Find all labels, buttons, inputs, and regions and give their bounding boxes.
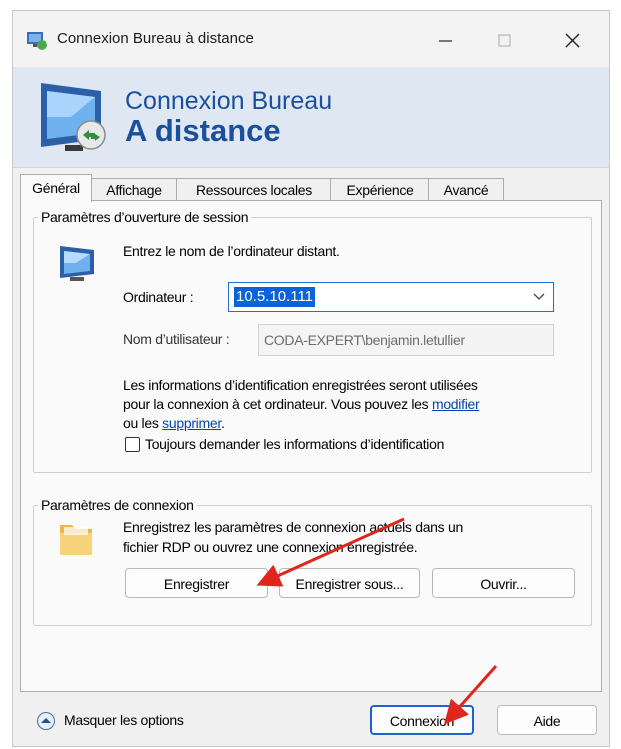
- connection-settings-legend: Paramètres de connexion: [41, 497, 194, 513]
- tab-avance[interactable]: Avancé: [428, 178, 504, 201]
- connect-button[interactable]: Connexion: [370, 705, 474, 735]
- always-ask-checkbox[interactable]: [125, 437, 140, 452]
- title-bar: Connexion Bureau à distance: [13, 11, 609, 67]
- tab-general[interactable]: Général: [20, 174, 92, 202]
- always-ask-label[interactable]: Toujours demander les informations d’ide…: [145, 436, 444, 452]
- connection-info-line1: Enregistrez les paramètres de connexion …: [123, 519, 463, 535]
- session-settings-legend: Paramètres d’ouverture de session: [41, 209, 249, 225]
- chevron-up-circle-icon[interactable]: [36, 711, 56, 731]
- folder-icon: [60, 525, 92, 555]
- header-banner: Connexion Bureau A distance: [13, 67, 609, 168]
- monitor-icon: [60, 246, 94, 281]
- username-field: CODA-EXPERT\benjamin.letullier: [258, 324, 554, 356]
- connection-info-line2: fichier RDP ou ouvrez une connexion enre…: [123, 539, 418, 555]
- tab-affichage[interactable]: Affichage: [90, 178, 178, 201]
- credentials-info-text: pour la connexion à cet ordinateur. Vous…: [123, 396, 432, 412]
- close-icon: [565, 33, 580, 48]
- maximize-icon: [498, 34, 511, 47]
- close-button[interactable]: [549, 17, 597, 61]
- computer-value: 10.5.10.111: [234, 287, 316, 307]
- connection-settings-group: Paramètres de connexion: [33, 497, 592, 626]
- help-button[interactable]: Aide: [497, 705, 597, 735]
- credentials-info-line1: Les informations d’identification enregi…: [123, 377, 478, 393]
- save-as-button[interactable]: Enregistrer sous...: [279, 568, 420, 598]
- username-label: Nom d’utilisateur :: [123, 331, 230, 347]
- credentials-info-period: .: [220, 415, 225, 431]
- chevron-down-icon[interactable]: [533, 292, 545, 302]
- credentials-info-line2: pour la connexion à cet ordinateur. Vous…: [123, 396, 480, 412]
- open-button[interactable]: Ouvrir...: [432, 568, 575, 598]
- minimize-icon: [439, 40, 452, 42]
- banner-title-line1: Connexion Bureau: [125, 87, 333, 115]
- rdp-app-icon: [27, 32, 47, 50]
- hide-options-label[interactable]: Masquer les options: [64, 712, 184, 728]
- window-title: Connexion Bureau à distance: [57, 30, 254, 47]
- credentials-info-or: ou les: [123, 415, 163, 431]
- tab-experience[interactable]: Expérience: [330, 178, 430, 201]
- save-button[interactable]: Enregistrer: [125, 568, 268, 598]
- maximize-button[interactable]: [480, 17, 528, 61]
- computer-prompt: Entrez le nom de l’ordinateur distant.: [123, 243, 340, 259]
- tab-ressources-locales[interactable]: Ressources locales: [176, 178, 332, 201]
- computer-label: Ordinateur :: [123, 289, 194, 305]
- banner-title-line2: A distance: [125, 113, 281, 148]
- delete-credentials-link[interactable]: supprimer: [162, 415, 221, 431]
- minimize-button[interactable]: [421, 17, 469, 61]
- modify-credentials-link[interactable]: modifier: [432, 396, 480, 412]
- computer-combobox[interactable]: 10.5.10.111: [228, 282, 554, 312]
- remote-desktop-logo-icon: [41, 83, 106, 151]
- credentials-info-line3: ou les supprimer.: [123, 415, 225, 431]
